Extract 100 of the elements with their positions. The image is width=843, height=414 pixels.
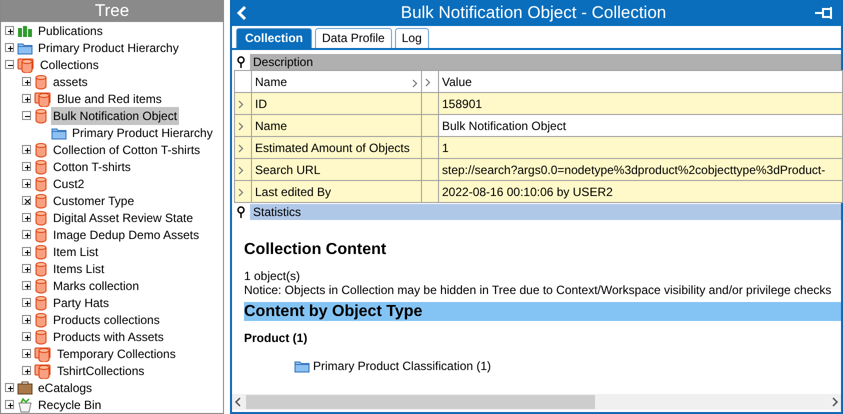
expand-icon[interactable]	[5, 43, 14, 52]
tree-item[interactable]: Publications	[36, 22, 105, 40]
cylinder-icon	[34, 142, 48, 158]
classification-link[interactable]: Primary Product Classification (1)	[313, 357, 492, 375]
collapse-icon[interactable]	[22, 111, 31, 120]
table-cell[interactable]: step://search?args0.0=nodetype%3dproduct%2cobjecttype%3dProduct-	[438, 158, 842, 180]
cylinder-icon	[34, 210, 48, 226]
column-header[interactable]: Value	[438, 70, 842, 92]
expand-icon[interactable]	[22, 94, 31, 103]
bars-icon	[17, 24, 33, 38]
cylinder-folder-icon	[34, 346, 52, 362]
tree-item[interactable]: Blue and Red items	[55, 90, 164, 108]
expand-icon[interactable]	[22, 281, 31, 290]
pin-icon[interactable]	[237, 206, 245, 218]
column-header[interactable]: Name	[252, 70, 422, 92]
expand-icon[interactable]	[22, 230, 31, 239]
cylinder-icon	[34, 294, 48, 310]
section-header[interactable]: Statistics	[250, 204, 841, 220]
tree-item[interactable]: Primary Product Hierarchy	[70, 124, 215, 142]
cylinder-icon	[34, 226, 48, 242]
tree-item[interactable]: Products with Assets	[51, 328, 166, 346]
cylinder-icon	[34, 108, 48, 124]
tree-item[interactable]: TshirtCollections	[55, 362, 146, 380]
tree-item[interactable]: Primary Product Hierarchy	[36, 38, 181, 56]
chevron-icon[interactable]	[238, 100, 244, 109]
collapse-icon[interactable]	[5, 60, 14, 69]
expand-icon[interactable]	[22, 213, 31, 222]
expand-icon[interactable]	[22, 162, 31, 171]
tab[interactable]: Data Profile	[315, 28, 392, 48]
tree-item[interactable]: eCatalogs	[36, 378, 94, 396]
folder-icon	[17, 40, 33, 54]
cylinder-folder-icon	[34, 362, 52, 378]
chevron-icon[interactable]	[238, 144, 244, 153]
expand-icon[interactable]	[22, 298, 31, 307]
expand-icon[interactable]	[22, 179, 31, 188]
tree-item[interactable]: Cotton T-shirts	[51, 158, 133, 176]
chevron-icon[interactable]	[238, 166, 244, 175]
tree-item[interactable]: assets	[51, 72, 90, 90]
cylinder-icon	[34, 328, 48, 344]
folder-icon	[51, 126, 67, 140]
tab[interactable]: Log	[394, 28, 429, 48]
object-count: 1 object(s)	[244, 269, 302, 283]
expand-icon[interactable]	[22, 247, 31, 256]
expand-icon[interactable]	[22, 145, 31, 154]
tree-item[interactable]: Digital Asset Review State	[51, 208, 196, 226]
chevron-icon[interactable]	[238, 122, 244, 131]
table-cell: ID	[252, 92, 422, 114]
expand-icon[interactable]	[5, 383, 14, 392]
expand-icon[interactable]	[22, 332, 31, 341]
tree-item[interactable]: Item List	[51, 242, 100, 260]
section-header[interactable]: Description	[250, 54, 841, 70]
tree-item[interactable]: Bulk Notification Object	[51, 106, 180, 124]
table-cell: Name	[252, 114, 422, 136]
tree-item[interactable]: Marks collection	[51, 276, 142, 294]
cylinder-icon	[34, 260, 48, 276]
cylinder-icon	[34, 158, 48, 174]
chevron-icon[interactable]	[238, 188, 244, 197]
tree-item[interactable]: Party Hats	[51, 294, 112, 312]
tree-item[interactable]: Image Dedup Demo Assets	[51, 226, 202, 244]
table-cell: Last edited By	[252, 180, 422, 202]
folder-icon	[294, 359, 310, 373]
back-icon[interactable]	[236, 5, 248, 21]
tree-item[interactable]: Products collections	[51, 310, 162, 328]
cylinder-icon	[34, 312, 48, 328]
cylinder-icon	[34, 192, 48, 208]
tab[interactable]: Collection	[236, 28, 312, 48]
expand-icon[interactable]	[5, 26, 14, 35]
table-cell: Search URL	[252, 158, 422, 180]
section-heading: Content by Object Type	[244, 302, 841, 321]
pin-icon[interactable]	[237, 56, 245, 68]
expand-icon[interactable]	[22, 349, 31, 358]
tree-item[interactable]: Recycle Bin	[36, 396, 104, 413]
cylinder-icon	[34, 244, 48, 260]
empty-node-icon[interactable]	[22, 196, 31, 205]
table-cell[interactable]: 2022-08-16 00:10:06 by USER2	[438, 180, 842, 202]
tree-item[interactable]: Collection of Cotton T-shirts	[51, 140, 202, 158]
table-cell[interactable]: 158901	[438, 92, 842, 114]
tree-item[interactable]: Temporary Collections	[55, 344, 178, 362]
expand-icon[interactable]	[22, 315, 31, 324]
tree-item[interactable]: Customer Type	[51, 192, 136, 210]
tree-item[interactable]: Items List	[51, 260, 106, 278]
type-heading: Product (1)	[244, 330, 308, 347]
expand-icon[interactable]	[22, 366, 31, 375]
cylinder-icon	[34, 74, 48, 90]
expand-icon[interactable]	[5, 400, 14, 409]
horizontal-scrollbar[interactable]	[232, 394, 841, 410]
notice-text: Notice: Objects in Collection may be hidden in Tree due to Context/Workspace visibility and/or privilege checks	[244, 283, 832, 297]
briefcase-icon	[17, 380, 33, 394]
heading: Collection Content	[244, 240, 388, 260]
cylinder-folder-icon	[34, 90, 52, 106]
expand-icon[interactable]	[22, 77, 31, 86]
expand-icon[interactable]	[22, 264, 31, 273]
tree-item[interactable]: Cust2	[51, 174, 86, 192]
table-cell[interactable]: Bulk Notification Object	[438, 114, 842, 136]
cylinder-icon	[34, 176, 48, 192]
tree-item[interactable]: Collections	[38, 56, 101, 74]
cylinder-icon	[34, 278, 48, 294]
editor-title: Bulk Notification Object - Collection	[400, 2, 668, 24]
tree-title: Tree	[1, 0, 223, 22]
table-cell[interactable]: 1	[438, 136, 842, 158]
